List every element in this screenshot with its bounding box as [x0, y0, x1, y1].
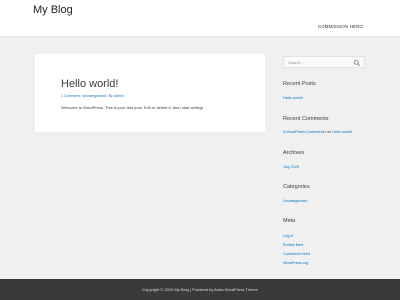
post-category-link[interactable]: Uncategorized [83, 94, 106, 98]
archives-title: Archives [283, 150, 305, 156]
search-icon[interactable] [353, 59, 361, 67]
recent-comment-item: A WordPress Commenter on Hello world! [283, 130, 352, 134]
recent-comments-title: Recent Comments [283, 116, 329, 122]
site-title[interactable]: My Blog [33, 4, 73, 16]
categories-title: Categories [283, 184, 310, 190]
meta-link-wordpress-org[interactable]: WordPress.org [283, 261, 308, 265]
post-comment-link[interactable]: 1 Comment [61, 94, 80, 98]
meta-title: Meta [283, 218, 296, 224]
post-author-link[interactable]: admin [114, 94, 124, 98]
site-footer: Copyright © 2020 My Blog | Powered by As… [0, 279, 400, 300]
footer-copyright: Copyright © 2020 My Blog | Powered by As… [142, 287, 258, 292]
comment-post-link[interactable]: Hello world! [332, 130, 352, 134]
post-meta: 1 Comment / Uncategorized / By admin [61, 94, 124, 98]
archive-link[interactable]: July 2020 [283, 165, 299, 169]
site-header: My Blog COMMISSION HERO [0, 0, 400, 37]
comment-on-text: on [327, 130, 332, 134]
recent-post-link[interactable]: Hello world! [283, 96, 303, 100]
meta-separator: / [80, 94, 82, 98]
comment-author-link[interactable]: A WordPress Commenter [283, 130, 326, 134]
search-placeholder: Search ... [288, 60, 306, 65]
recent-posts-title: Recent Posts [283, 81, 316, 87]
post-card: Hello world! 1 Comment / Uncategorized /… [35, 54, 265, 132]
meta-link-login[interactable]: Log in [283, 234, 293, 238]
meta-link-comments-feed[interactable]: Comments feed [283, 252, 310, 256]
nav-item-commission-hero[interactable]: COMMISSION HERO [318, 24, 363, 29]
search-input[interactable]: Search ... [283, 56, 365, 68]
meta-link-entries-feed[interactable]: Entries feed [283, 243, 303, 247]
category-link[interactable]: Uncategorized [283, 199, 307, 203]
post-title[interactable]: Hello world! [61, 78, 118, 90]
post-excerpt: Welcome to WordPress. This is your first… [61, 105, 204, 110]
meta-by-label: By [108, 94, 113, 98]
meta-separator: / [106, 94, 108, 98]
